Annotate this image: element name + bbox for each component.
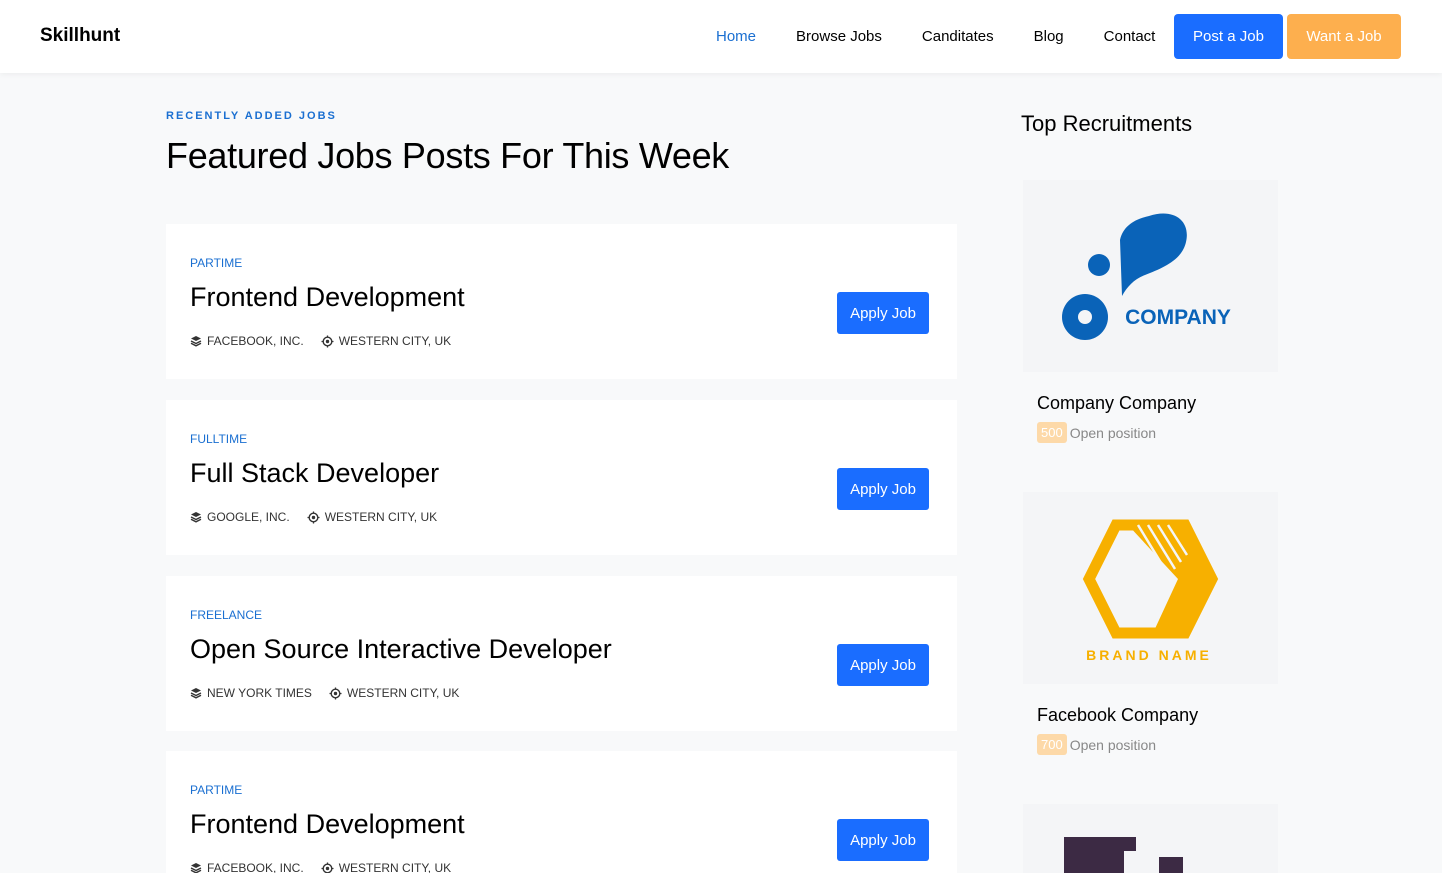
company-name: GOOGLE, INC. <box>207 510 290 524</box>
job-location: WESTERN CITY, UK <box>346 686 460 700</box>
job-title[interactable]: Full Stack Developer <box>190 458 439 489</box>
job-card: PARTIME Frontend Development FACEBOOK, I… <box>166 751 957 873</box>
company-meta: FACEBOOK, INC. <box>190 861 304 873</box>
open-positions: 500 Open position <box>1037 422 1156 443</box>
apply-job-button[interactable]: Apply Job <box>837 292 929 334</box>
layers-icon <box>190 688 202 699</box>
company-meta: GOOGLE, INC. <box>190 510 290 524</box>
company-name[interactable]: Company Company <box>1037 393 1196 414</box>
company-name: NEW YORK TIMES <box>207 686 312 700</box>
company-logo-card[interactable] <box>1023 804 1278 873</box>
position-count-badge: 700 <box>1037 734 1067 755</box>
job-meta: NEW YORK TIMES WESTERN CITY, UK <box>190 686 476 700</box>
location-meta: WESTERN CITY, UK <box>329 686 459 700</box>
company-logo-partial <box>1064 837 1183 873</box>
location-meta: WESTERN CITY, UK <box>321 861 451 873</box>
job-location: WESTERN CITY, UK <box>338 861 452 873</box>
page-title: Featured Jobs Posts For This Week <box>166 135 730 176</box>
open-positions: 700 Open position <box>1037 734 1156 755</box>
nav-home[interactable]: Home <box>696 28 776 45</box>
open-position-label: Open position <box>1069 424 1157 441</box>
job-location: WESTERN CITY, UK <box>324 510 438 524</box>
layers-icon <box>190 512 202 523</box>
nav-browse-jobs[interactable]: Browse Jobs <box>776 28 902 45</box>
nav-blog[interactable]: Blog <box>1014 28 1084 45</box>
company-logo-card[interactable]: COMPANY <box>1023 180 1278 372</box>
job-type: PARTIME <box>190 783 243 797</box>
job-title[interactable]: Frontend Development <box>190 809 465 840</box>
company-logo-card[interactable]: BRAND NAME <box>1023 492 1278 684</box>
company-name: FACEBOOK, INC. <box>207 334 304 348</box>
location-meta: WESTERN CITY, UK <box>307 510 437 524</box>
brand-logo: BRAND NAME <box>1082 519 1219 663</box>
section-subheading: RECENTLY ADDED JOBS <box>166 110 337 122</box>
job-card: FULLTIME Full Stack Developer GOOGLE, IN… <box>166 400 957 555</box>
company-logo-text: COMPANY <box>1125 306 1231 329</box>
job-title[interactable]: Open Source Interactive Developer <box>190 634 612 665</box>
job-title[interactable]: Frontend Development <box>190 282 465 313</box>
brand-logo-text: BRAND NAME <box>1086 647 1212 663</box>
job-type: FREELANCE <box>190 608 263 622</box>
job-card: PARTIME Frontend Development FACEBOOK, I… <box>166 224 957 379</box>
company-name[interactable]: Facebook Company <box>1037 705 1198 726</box>
company-meta: NEW YORK TIMES <box>190 686 312 700</box>
job-meta: GOOGLE, INC. WESTERN CITY, UK <box>190 510 454 524</box>
navbar: Skillhunt Home Browse Jobs Canditates Bl… <box>0 0 1442 73</box>
job-type: FULLTIME <box>190 432 248 446</box>
location-meta: WESTERN CITY, UK <box>321 334 451 348</box>
nav-links: Home Browse Jobs Canditates Blog Contact <box>696 0 1175 73</box>
layers-icon <box>190 863 202 873</box>
location-target-icon <box>329 687 342 699</box>
post-job-button[interactable]: Post a Job <box>1174 14 1283 59</box>
job-meta: FACEBOOK, INC. WESTERN CITY, UK <box>190 861 468 873</box>
apply-job-button[interactable]: Apply Job <box>837 819 929 861</box>
brand-logo[interactable]: Skillhunt <box>40 25 120 47</box>
job-meta: FACEBOOK, INC. WESTERN CITY, UK <box>190 334 468 348</box>
location-target-icon <box>307 511 320 523</box>
job-card: FREELANCE Open Source Interactive Develo… <box>166 576 957 731</box>
job-location: WESTERN CITY, UK <box>338 334 452 348</box>
location-target-icon <box>321 862 334 873</box>
sidebar-title: Top Recruitments <box>1021 111 1193 136</box>
company-logo: COMPANY <box>1062 213 1231 340</box>
job-type: PARTIME <box>190 256 243 270</box>
location-target-icon <box>321 335 334 347</box>
company-name: FACEBOOK, INC. <box>207 861 304 873</box>
nav-contact[interactable]: Contact <box>1084 28 1176 45</box>
layers-icon <box>190 336 202 347</box>
want-job-button[interactable]: Want a Job <box>1287 14 1401 59</box>
open-position-label: Open position <box>1069 736 1157 753</box>
apply-job-button[interactable]: Apply Job <box>837 468 929 510</box>
apply-job-button[interactable]: Apply Job <box>837 644 929 686</box>
company-meta: FACEBOOK, INC. <box>190 334 304 348</box>
position-count-badge: 500 <box>1037 422 1067 443</box>
nav-candidates[interactable]: Canditates <box>902 28 1014 45</box>
